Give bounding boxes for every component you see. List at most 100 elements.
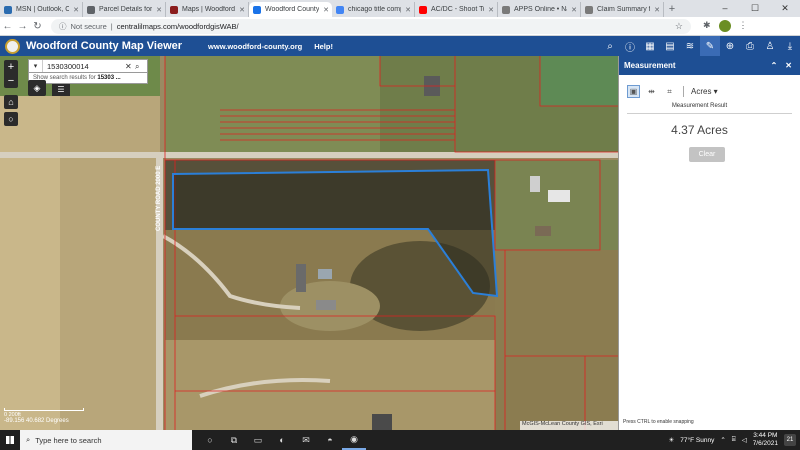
tab-favicon-icon bbox=[502, 5, 510, 14]
close-panel-icon[interactable]: ✕ bbox=[785, 61, 792, 70]
close-tab-icon[interactable]: ✕ bbox=[488, 6, 494, 14]
divider bbox=[627, 113, 792, 114]
browser-tab[interactable]: Maps | Woodford C✕ bbox=[166, 2, 249, 17]
search-icon[interactable]: ⌕ bbox=[135, 60, 147, 72]
tab-favicon-icon bbox=[419, 5, 427, 14]
browser-tab[interactable]: AC/DC - Shoot To T ✕ bbox=[415, 2, 498, 17]
user-icon[interactable]: ♙ bbox=[760, 36, 780, 56]
tab-title: Parcel Details for W bbox=[99, 6, 153, 13]
maximize-button[interactable]: ☐ bbox=[740, 0, 770, 17]
road-label: COUNTY ROAD 2000 E bbox=[156, 166, 162, 231]
county-site-link[interactable]: www.woodford-county.org bbox=[208, 42, 302, 51]
zoom-out-button[interactable]: − bbox=[4, 74, 18, 88]
locate-button[interactable]: ○ bbox=[4, 112, 18, 126]
close-tab-icon[interactable]: ✕ bbox=[156, 6, 162, 14]
location-tool-icon[interactable]: ⌗ bbox=[663, 85, 676, 98]
task-view-icon[interactable]: ⧉ bbox=[222, 430, 246, 450]
area-tool-icon[interactable]: ▣ bbox=[627, 85, 640, 98]
tab-title: MSN | Outlook, Off bbox=[16, 6, 70, 13]
tab-title: Woodford County M bbox=[265, 6, 320, 13]
globe-icon[interactable]: ⊕ bbox=[720, 36, 740, 56]
search-source-dropdown[interactable]: ▾ bbox=[29, 60, 43, 72]
browser-tab[interactable]: Parcel Details for W✕ bbox=[83, 2, 166, 17]
browser-tab[interactable]: APPS Online • Nav ✕ bbox=[498, 2, 581, 17]
reload-button[interactable]: ↻ bbox=[30, 21, 45, 32]
forward-button[interactable]: → bbox=[15, 21, 30, 32]
taskbar-search[interactable]: ⌕ Type here to search bbox=[20, 430, 192, 450]
notifications-badge[interactable]: 21 bbox=[784, 434, 796, 446]
result-value: 4.37 Acres bbox=[671, 123, 728, 137]
back-button[interactable]: ← bbox=[0, 21, 15, 32]
close-tab-icon[interactable]: ✕ bbox=[323, 6, 329, 14]
volume-icon[interactable]: ◁ bbox=[742, 436, 747, 444]
aerial-imagery: COUNTY ROAD 2000 E bbox=[0, 56, 618, 430]
coordinate-readout: -89.156 40.682 Degrees bbox=[4, 418, 69, 424]
tab-title: Claim Summary for bbox=[597, 6, 650, 13]
tab-favicon-icon bbox=[4, 5, 12, 14]
clock[interactable]: 3:44 PM 7/6/2021 bbox=[753, 432, 778, 448]
tab-title: APPS Online • Nav bbox=[514, 6, 567, 13]
close-tab-icon[interactable]: ✕ bbox=[571, 6, 577, 14]
measurement-panel: Measurement ⌃ ✕ ▣ ⇹ ⌗ Acres ▾ Measuremen… bbox=[618, 56, 800, 430]
browser-tab[interactable]: Claim Summary for ✕ bbox=[581, 2, 664, 17]
panel-title: Measurement bbox=[624, 61, 676, 70]
extensions-icon[interactable]: ✱ bbox=[703, 20, 711, 32]
collapse-panel-icon[interactable]: ⌃ bbox=[771, 61, 778, 70]
distance-tool-icon[interactable]: ⇹ bbox=[645, 85, 658, 98]
basemap-gallery-icon[interactable]: ▤ bbox=[660, 36, 680, 56]
edge-icon[interactable]: ◐ bbox=[270, 430, 294, 450]
layer-list-icon[interactable]: ≋ bbox=[680, 36, 700, 56]
home-button[interactable]: ⌂ bbox=[4, 95, 18, 109]
file-explorer-icon[interactable]: ▭ bbox=[246, 430, 270, 450]
print-icon[interactable]: ⎙ bbox=[740, 36, 760, 56]
store-icon[interactable]: ◓ bbox=[318, 430, 342, 450]
windows-logo-icon bbox=[6, 436, 14, 444]
zoom-in-button[interactable]: + bbox=[4, 60, 18, 74]
tab-favicon-icon bbox=[585, 5, 593, 14]
search-input[interactable]: 1530300014 bbox=[43, 60, 125, 72]
bookmark-star-icon[interactable]: ☆ bbox=[675, 21, 683, 32]
start-button[interactable] bbox=[0, 430, 20, 450]
chrome-icon[interactable]: ◉ bbox=[342, 430, 366, 450]
weather-text[interactable]: 77°F Sunny bbox=[680, 437, 714, 444]
result-label: Measurement Result bbox=[671, 103, 728, 109]
search-suggestion[interactable]: Show search results for 15303 ... bbox=[28, 73, 148, 84]
outlook-icon[interactable]: ✉ bbox=[294, 430, 318, 450]
download-icon[interactable]: ⤓ bbox=[780, 36, 800, 56]
tab-favicon-icon bbox=[336, 5, 344, 14]
url-text: centralilmaps.com/woodfordgisWAB/ bbox=[116, 21, 239, 31]
map-view[interactable]: COUNTY ROAD 2000 E 0 200ft -89.156 40.68… bbox=[0, 56, 618, 430]
close-tab-icon[interactable]: ✕ bbox=[654, 6, 660, 14]
app-header: Woodford County Map Viewer www.woodford-… bbox=[0, 36, 800, 56]
profile-avatar[interactable] bbox=[718, 20, 731, 32]
menu-kebab-icon[interactable]: ⋮ bbox=[739, 20, 748, 32]
widgets-grid-icon[interactable]: ▦ bbox=[640, 36, 660, 56]
measure-ruler-icon[interactable]: ✎ bbox=[700, 36, 720, 56]
close-tab-icon[interactable]: ✕ bbox=[405, 6, 411, 14]
tab-title: chicago title comp bbox=[348, 6, 402, 13]
layers-button[interactable]: ◈ bbox=[28, 80, 46, 96]
info-icon[interactable]: ⓘ bbox=[620, 36, 640, 56]
browser-tab[interactable]: Woodford County M✕ bbox=[249, 2, 332, 17]
cortana-icon[interactable]: ○ bbox=[198, 430, 222, 450]
clear-search-icon[interactable]: ✕ bbox=[125, 60, 135, 72]
search-widget: ▾ 1530300014 ✕ ⌕ Show search results for… bbox=[28, 59, 148, 84]
browser-tab[interactable]: chicago title comp ✕ bbox=[332, 2, 415, 17]
close-window-button[interactable]: ✕ bbox=[770, 0, 800, 17]
search-icon[interactable]: ⌕ bbox=[600, 36, 620, 56]
clear-button[interactable]: Clear bbox=[689, 147, 725, 162]
address-bar[interactable]: ⓘ Not secure | centralilmaps.com/woodfor… bbox=[51, 18, 691, 34]
system-tray: ☀ 77°F Sunny ⌃ ⌸ ◁ 3:44 PM 7/6/2021 21 bbox=[668, 432, 800, 448]
pinned-apps: ○ ⧉ ▭ ◐ ✉ ◓ ◉ bbox=[198, 430, 366, 450]
unit-dropdown[interactable]: Acres ▾ bbox=[691, 87, 718, 96]
tray-chevron-icon[interactable]: ⌃ bbox=[720, 436, 725, 444]
help-link[interactable]: Help! bbox=[314, 42, 333, 51]
network-icon[interactable]: ⌸ bbox=[732, 436, 736, 444]
new-tab-button[interactable]: + bbox=[664, 2, 680, 17]
close-tab-icon[interactable]: ✕ bbox=[239, 6, 245, 14]
browser-tab[interactable]: MSN | Outlook, Off ✕ bbox=[0, 2, 83, 17]
tab-favicon-icon bbox=[87, 5, 95, 14]
minimize-button[interactable]: – bbox=[710, 0, 740, 17]
close-tab-icon[interactable]: ✕ bbox=[73, 6, 79, 14]
legend-list-button[interactable]: ☰ bbox=[52, 84, 70, 96]
